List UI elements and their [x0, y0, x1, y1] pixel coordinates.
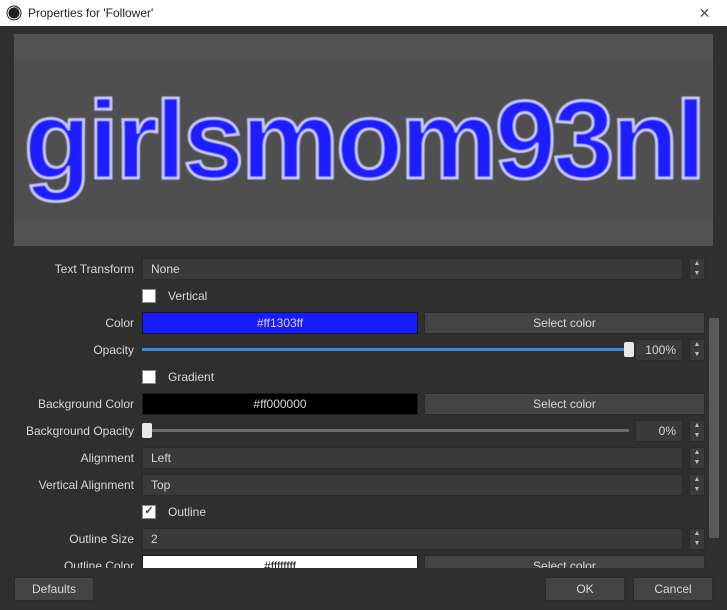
label-bgcolor: Background Color — [14, 397, 142, 411]
outline-checkbox[interactable] — [142, 505, 156, 519]
scroll-thumb[interactable] — [709, 318, 719, 538]
text-transform-spin[interactable]: ▲▼ — [689, 258, 705, 280]
label-color: Color — [14, 316, 142, 330]
label-bgopacity: Background Opacity — [14, 424, 142, 438]
alignment-combo[interactable]: Left — [142, 447, 683, 469]
form-area: Text Transform None ▲▼ Vertical Color #f… — [14, 256, 705, 568]
vertical-checkbox[interactable] — [142, 289, 156, 303]
bg-opacity-slider[interactable] — [142, 420, 629, 442]
color-swatch[interactable]: #ff1303ff — [142, 312, 418, 334]
select-text-color-button[interactable]: Select color — [424, 312, 705, 334]
bg-opacity-spin[interactable]: ▲▼ — [689, 420, 705, 442]
vertical-label: Vertical — [168, 289, 207, 303]
text-transform-combo[interactable]: None — [142, 258, 683, 280]
opacity-spin[interactable]: ▲▼ — [689, 339, 705, 361]
obs-logo-icon — [6, 5, 22, 21]
scrollbar[interactable] — [709, 290, 719, 568]
bg-opacity-value: 0% — [635, 420, 683, 442]
ok-button[interactable]: OK — [545, 577, 625, 601]
label-outline-size: Outline Size — [14, 532, 142, 546]
label-opacity: Opacity — [14, 343, 142, 357]
outline-color-swatch[interactable]: #ffffffff — [142, 555, 418, 569]
outline-label: Outline — [168, 505, 206, 519]
background-color-swatch[interactable]: #ff000000 — [142, 393, 418, 415]
label-text-transform: Text Transform — [14, 262, 142, 276]
alignment-spin[interactable]: ▲▼ — [689, 447, 705, 469]
select-outline-color-button[interactable]: Select color — [424, 555, 705, 569]
window-title: Properties for 'Follower' — [28, 6, 153, 20]
outline-size-spin[interactable]: ▲▼ — [689, 528, 705, 550]
gradient-label: Gradient — [168, 370, 214, 384]
cancel-button[interactable]: Cancel — [633, 577, 713, 601]
window-body: girlsmom93nl Text Transform None ▲▼ Vert… — [0, 26, 727, 610]
close-button[interactable]: ✕ — [682, 0, 727, 26]
label-outline-color: Outline Color — [14, 559, 142, 569]
footer: Defaults OK Cancel — [14, 576, 713, 602]
preview-text: girlsmom93nl — [24, 77, 703, 204]
opacity-value: 100% — [635, 339, 683, 361]
preview-area: girlsmom93nl — [14, 34, 713, 246]
vertical-alignment-combo[interactable]: Top — [142, 474, 683, 496]
opacity-slider[interactable] — [142, 339, 629, 361]
label-alignment: Alignment — [14, 451, 142, 465]
gradient-checkbox[interactable] — [142, 370, 156, 384]
vertical-alignment-spin[interactable]: ▲▼ — [689, 474, 705, 496]
label-valignment: Vertical Alignment — [14, 478, 142, 492]
outline-size-input[interactable]: 2 — [142, 528, 683, 550]
select-bg-color-button[interactable]: Select color — [424, 393, 705, 415]
defaults-button[interactable]: Defaults — [14, 577, 94, 601]
titlebar: Properties for 'Follower' ✕ — [0, 0, 727, 26]
